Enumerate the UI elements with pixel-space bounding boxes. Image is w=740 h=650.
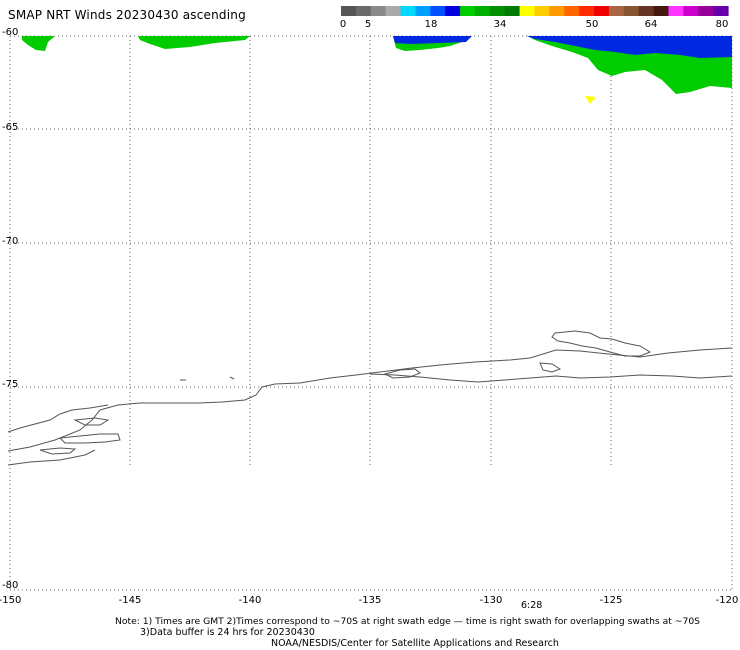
latitude-label: -65 — [2, 122, 19, 133]
longitude-label: -140 — [238, 595, 262, 606]
wind-swath-blue — [393, 36, 472, 44]
latitude-label: -70 — [2, 236, 19, 247]
wind-swath-green — [138, 36, 250, 49]
map-plot — [7, 35, 733, 591]
note-line-1: Note: 1) Times are GMT 2)Times correspon… — [115, 616, 701, 627]
longitude-label: -130 — [479, 595, 503, 606]
wind-swath-green — [22, 36, 55, 51]
longitude-label: -145 — [118, 595, 142, 606]
map-grid — [9, 35, 733, 591]
wind-swath-yellow — [585, 96, 596, 104]
longitude-label: -125 — [599, 595, 623, 606]
longitude-label: -150 — [0, 595, 22, 606]
latitude-label: -80 — [2, 580, 19, 591]
latitude-label: -60 — [2, 27, 19, 38]
longitude-label: -135 — [358, 595, 382, 606]
credit-line: NOAA/NESDIS/Center for Satellite Applica… — [271, 638, 559, 649]
wind-swaths — [22, 36, 732, 104]
note-line-2: 3)Data buffer is 24 hrs for 20230430 — [140, 627, 315, 638]
latitude-label: -75 — [2, 379, 19, 390]
swath-time-label: 6:28 — [521, 600, 543, 611]
wind-map-page: SMAP NRT Winds 20230430 ascending 0 5 18… — [0, 0, 740, 650]
longitude-label: -120 — [715, 595, 739, 606]
